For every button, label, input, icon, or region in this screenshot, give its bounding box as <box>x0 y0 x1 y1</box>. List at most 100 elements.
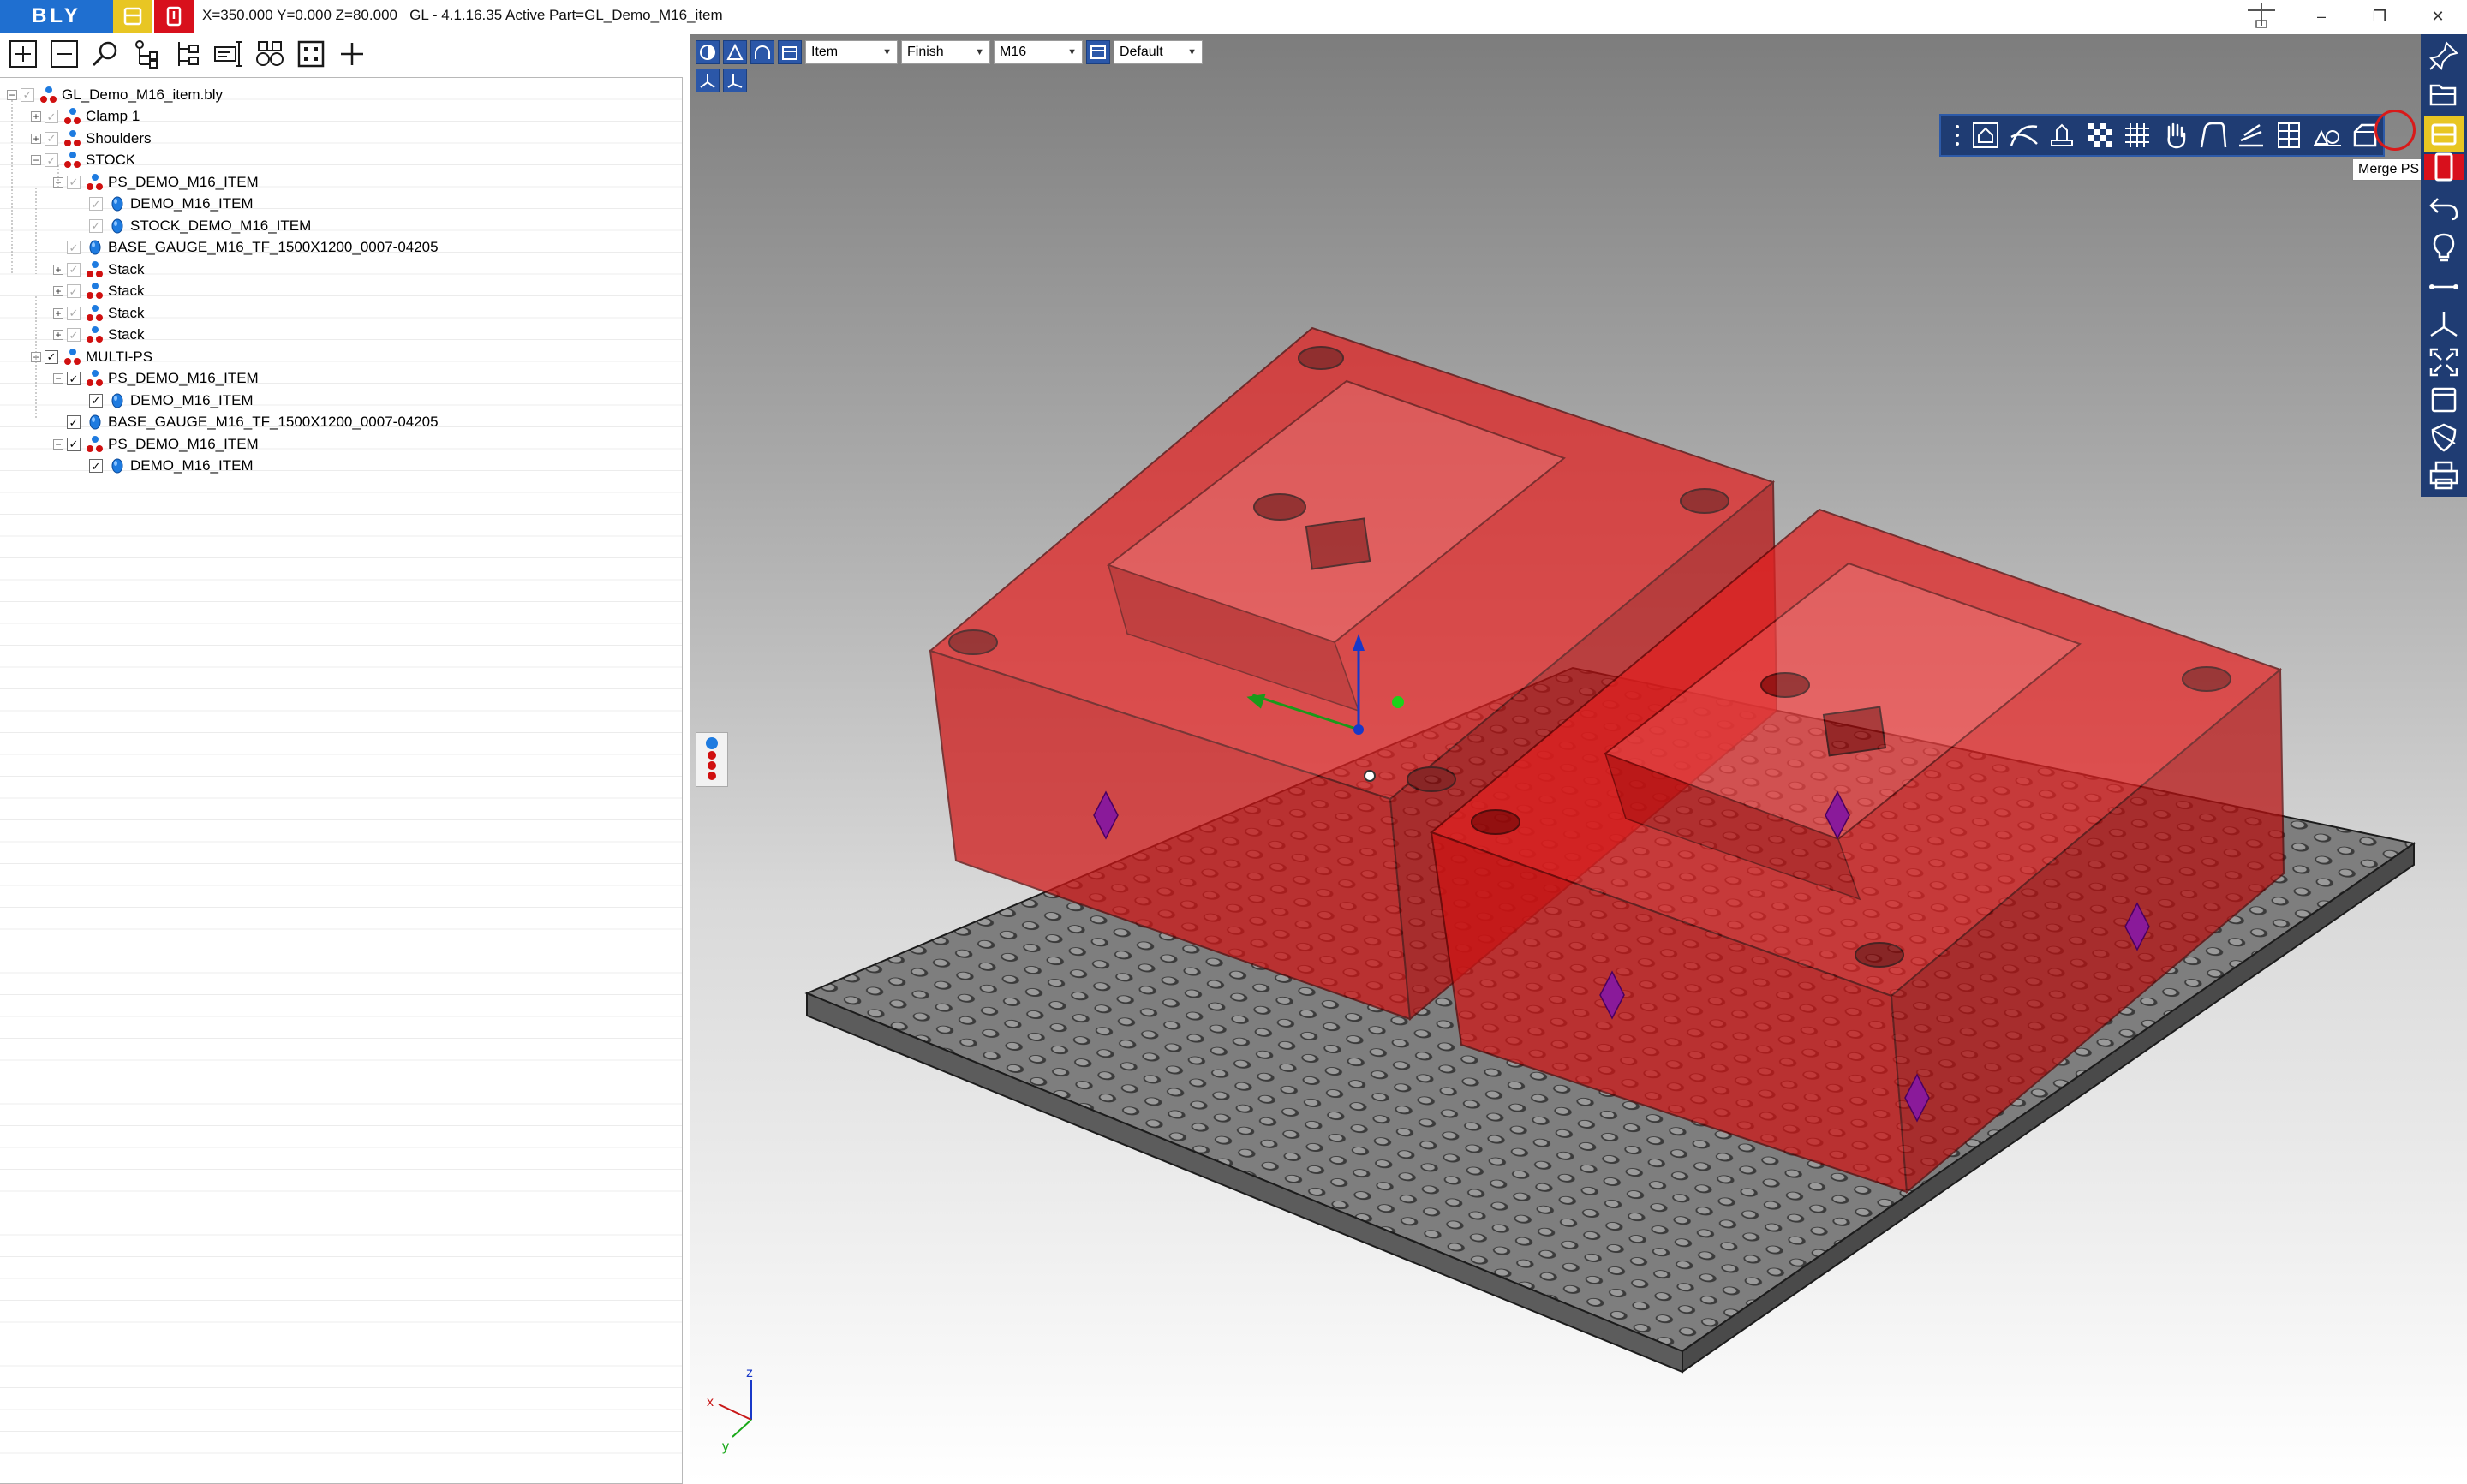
visibility-checkbox[interactable]: ✓ <box>67 262 81 277</box>
visibility-checkbox[interactable]: ✓ <box>67 372 81 385</box>
visibility-checkbox[interactable]: ✓ <box>67 415 81 429</box>
expand-toggle-icon[interactable]: + <box>53 307 63 319</box>
tree-node[interactable]: − ✓ PS_DEMO_M16_ITEM <box>53 433 259 455</box>
fixture-button[interactable] <box>1968 116 2004 154</box>
iso-view-button[interactable] <box>696 69 720 92</box>
tree-node[interactable]: + ✓ Stack <box>53 325 145 346</box>
undo-button[interactable] <box>2424 190 2464 226</box>
pin-button[interactable] <box>2424 38 2464 74</box>
tree-node[interactable]: + ✓ Clamp 1 <box>31 106 140 128</box>
visibility-checkbox[interactable]: ✓ <box>67 175 81 189</box>
visibility-checkbox[interactable]: ✓ <box>45 131 58 146</box>
expand-all-button[interactable] <box>5 37 41 71</box>
print-button[interactable] <box>2424 457 2464 493</box>
curves-button[interactable] <box>2005 116 2041 154</box>
measure-button[interactable] <box>2424 269 2464 305</box>
expand-toggle-icon[interactable]: − <box>53 176 63 188</box>
tree-select-button[interactable] <box>128 37 164 71</box>
expand-toggle-icon[interactable]: + <box>53 286 63 296</box>
tree-node[interactable]: − ✓ MULTI-PS <box>31 346 152 367</box>
visibility-checkbox[interactable]: ✓ <box>67 284 81 298</box>
fit-button[interactable] <box>293 37 329 71</box>
visibility-checkbox[interactable]: ✓ <box>67 241 81 254</box>
tree-node[interactable]: + ✓ Shoulders <box>31 128 152 149</box>
expand-toggle-icon[interactable]: − <box>31 155 41 165</box>
expand-toggle-icon[interactable]: + <box>31 133 41 144</box>
shield-button[interactable] <box>2424 420 2464 456</box>
expand-toggle-icon[interactable]: + <box>53 330 63 340</box>
yellow-panel-button[interactable] <box>2424 116 2464 152</box>
collapse-all-button[interactable] <box>46 37 82 71</box>
box-view-button[interactable] <box>778 40 802 64</box>
arch-button[interactable] <box>750 40 774 64</box>
tree-node[interactable]: + ✓ Stack <box>53 259 145 280</box>
item-combo[interactable]: Item ▼ <box>805 40 898 64</box>
tree-node-label: Stack <box>108 260 145 277</box>
tree-node[interactable]: − ✓ GL_Demo_M16_item.bly <box>7 84 223 105</box>
visibility-checkbox[interactable]: ✓ <box>67 306 81 320</box>
cone-button[interactable] <box>723 40 747 64</box>
visibility-checkbox[interactable]: ✓ <box>89 197 103 211</box>
visibility-checkbox[interactable]: ✓ <box>89 459 103 473</box>
tree-node[interactable]: + ✓ Stack <box>53 281 145 302</box>
expand-toggle-icon[interactable]: − <box>53 438 63 450</box>
expand-toggle-icon[interactable]: − <box>7 89 17 100</box>
visibility-checkbox[interactable]: ✓ <box>67 437 81 451</box>
layout-button[interactable] <box>1086 40 1110 64</box>
tree-node[interactable]: ✓ DEMO_M16_ITEM <box>75 456 254 477</box>
expand-toggle-icon[interactable]: − <box>53 373 63 384</box>
lightbulb-button[interactable] <box>2424 229 2464 265</box>
shapes-button[interactable] <box>2309 116 2345 154</box>
expand-toggle-icon[interactable]: − <box>31 351 41 362</box>
checker-button[interactable] <box>2082 116 2118 154</box>
yellow-panel-button[interactable] <box>113 0 152 33</box>
window-button[interactable] <box>2424 382 2464 418</box>
toolbar-grip[interactable] <box>1948 116 1966 154</box>
visibility-checkbox[interactable]: ✓ <box>21 87 34 102</box>
profile-button[interactable] <box>2195 116 2231 154</box>
iso-view-alt-button[interactable] <box>723 69 747 92</box>
close-button[interactable]: ✕ <box>2409 0 2467 33</box>
tree-node[interactable]: − ✓ PS_DEMO_M16_ITEM <box>53 368 259 390</box>
visibility-checkbox[interactable]: ✓ <box>67 328 81 342</box>
tree-node[interactable]: + ✓ Stack <box>53 302 145 324</box>
visibility-checkbox[interactable]: ✓ <box>45 153 58 167</box>
grid-button[interactable] <box>2119 116 2155 154</box>
finish-combo[interactable]: Finish ▼ <box>901 40 990 64</box>
visibility-checkbox[interactable]: ✓ <box>45 349 58 364</box>
thread-combo[interactable]: M16 ▼ <box>994 40 1083 64</box>
view-combo[interactable]: Default ▼ <box>1114 40 1203 64</box>
shading-button[interactable] <box>696 40 720 64</box>
visibility-checkbox[interactable]: ✓ <box>89 393 103 408</box>
red-panel-button[interactable] <box>154 0 194 33</box>
tree-node[interactable]: ✓ STOCK_DEMO_M16_ITEM <box>75 215 311 236</box>
tree-node[interactable]: ✓ DEMO_M16_ITEM <box>75 194 254 215</box>
restore-button[interactable]: ❐ <box>2351 0 2409 33</box>
hand-button[interactable] <box>2157 116 2193 154</box>
binoculars-button[interactable] <box>252 37 288 71</box>
expand-toggle-icon[interactable]: + <box>53 264 63 275</box>
fit-view-button[interactable] <box>2424 344 2464 380</box>
tree-node[interactable]: − ✓ STOCK <box>31 150 135 171</box>
expand-toggle-icon[interactable]: + <box>31 111 41 122</box>
tree-node[interactable]: ✓ BASE_GAUGE_M16_TF_1500X1200_0007-04205 <box>53 237 439 259</box>
object-indicator[interactable] <box>696 732 728 787</box>
pin-icon[interactable] <box>2244 2 2279 31</box>
tree-node[interactable]: ✓ DEMO_M16_ITEM <box>75 390 254 411</box>
tree-node[interactable]: − ✓ PS_DEMO_M16_ITEM <box>53 171 259 193</box>
visibility-checkbox[interactable]: ✓ <box>89 218 103 233</box>
tree-assign-button[interactable] <box>170 37 206 71</box>
app-logo[interactable]: BLY <box>0 0 113 33</box>
layers-button[interactable] <box>2233 116 2269 154</box>
red-panel-button[interactable] <box>2424 152 2464 182</box>
open-folder-button[interactable] <box>2424 77 2464 113</box>
minimize-button[interactable]: – <box>2292 0 2351 33</box>
axes-button[interactable] <box>2424 307 2464 343</box>
add-button[interactable] <box>334 37 370 71</box>
clamp-button[interactable] <box>2044 116 2080 154</box>
search-button[interactable] <box>87 37 123 71</box>
table-button[interactable] <box>2271 116 2307 154</box>
visibility-checkbox[interactable]: ✓ <box>45 110 58 123</box>
tree-node[interactable]: ✓ BASE_GAUGE_M16_TF_1500X1200_0007-04205 <box>53 412 439 433</box>
edit-button[interactable] <box>211 37 247 71</box>
